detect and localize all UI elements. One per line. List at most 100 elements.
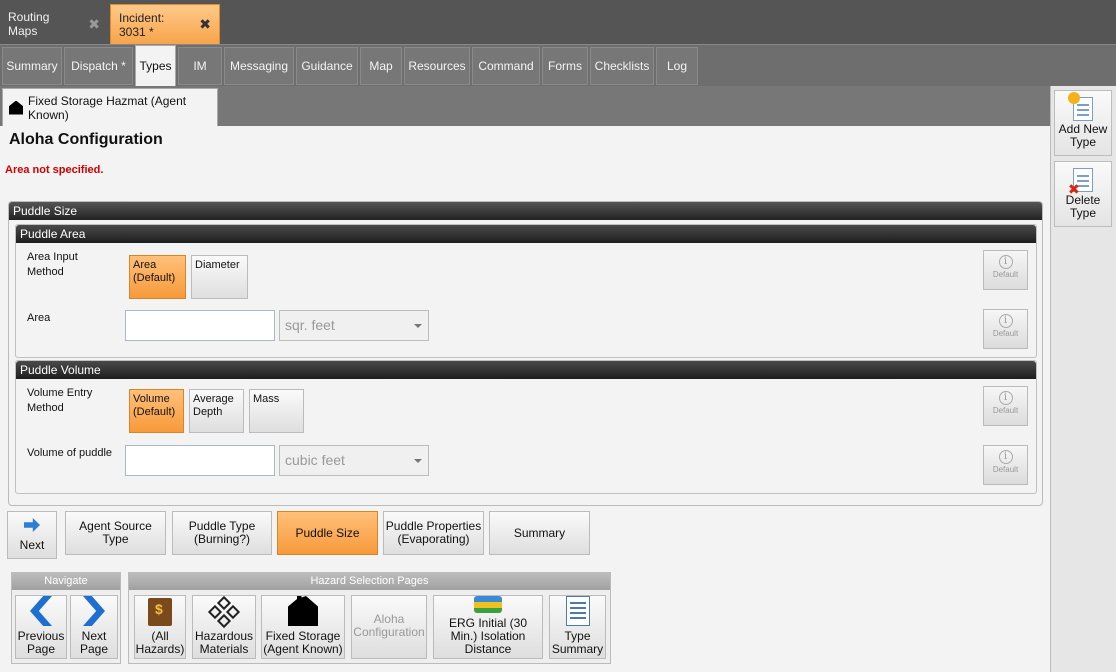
section-tab-bar: Summary Dispatch * Types IM Messaging Gu…: [0, 44, 1116, 87]
type-summary-label: Type Summary: [551, 629, 604, 656]
add-document-icon: [1068, 92, 1093, 121]
area-default-button-2[interactable]: i Default: [983, 309, 1028, 349]
next-page-button[interactable]: Next Page: [70, 595, 118, 659]
hazardous-materials-label: Hazardous Materials: [194, 629, 254, 656]
default-label: Default: [992, 270, 1019, 279]
hazard-selection-header: Hazard Selection Pages: [129, 573, 610, 590]
aloha-configuration-button: Aloha Configuration: [351, 595, 427, 659]
wizard-next-button[interactable]: Next: [7, 511, 57, 559]
puddle-size-group: Puddle Size Puddle Area Area Input Metho…: [8, 201, 1043, 506]
chevron-down-icon: [414, 459, 422, 463]
page-title: Aloha Configuration: [9, 131, 163, 148]
puddle-area-group: Puddle Area Area Input Method Area (Defa…: [15, 224, 1037, 358]
info-icon: i: [998, 391, 1013, 405]
area-method-default-button[interactable]: i Default: [983, 250, 1028, 290]
all-hazards-label: (All Hazards): [135, 629, 185, 656]
navigate-header: Navigate: [12, 573, 120, 590]
fixed-storage-label: Fixed Storage (Agent Known): [263, 629, 343, 656]
doc-tab-label: Incident: 3031 *: [119, 10, 165, 39]
info-icon: i: [998, 450, 1013, 464]
volume-of-puddle-label: Volume of puddle: [27, 447, 113, 459]
puddle-volume-group: Puddle Volume Volume Entry Method Volume…: [15, 360, 1037, 494]
tab-log[interactable]: Log: [656, 47, 698, 85]
diameter-button[interactable]: Diameter: [191, 255, 248, 299]
tab-im[interactable]: IM: [178, 47, 222, 85]
chevron-down-icon: [414, 324, 422, 328]
doc-tab-incident[interactable]: Incident: 3031 * ✖: [110, 4, 220, 44]
tab-command[interactable]: Command: [472, 47, 540, 85]
chevron-left-icon: [30, 596, 52, 626]
tab-resources[interactable]: Resources: [404, 47, 470, 85]
chevron-right-icon: [83, 596, 105, 626]
doc-tab-label: Routing Maps: [8, 10, 50, 38]
doc-tab-routing-maps[interactable]: Routing Maps ✖: [0, 4, 108, 44]
tab-types[interactable]: Types: [135, 45, 176, 87]
volume-unit-select[interactable]: cubic feet: [279, 445, 429, 476]
house-icon: [288, 596, 318, 626]
volume-entry-method-label: Volume Entry Method: [27, 387, 93, 414]
type-tab-label: Fixed Storage Hazmat (Agent Known): [28, 93, 187, 122]
puddle-area-header: Puddle Area: [16, 225, 1036, 243]
area-input[interactable]: [125, 310, 275, 341]
tab-map[interactable]: Map: [360, 47, 402, 85]
average-depth-button[interactable]: Average Depth: [189, 389, 244, 433]
step-puddle-type[interactable]: Puddle Type (Burning?): [172, 511, 272, 555]
type-tab-fixed-storage[interactable]: Fixed Storage Hazmat (Agent Known): [2, 88, 218, 126]
erg-initial-isolation-button[interactable]: ERG Initial (30 Min.) Isolation Distance: [433, 595, 543, 659]
tab-guidance[interactable]: Guidance: [296, 47, 358, 85]
close-icon[interactable]: ✖: [88, 16, 100, 33]
volume-method-default-button[interactable]: i Default: [983, 386, 1028, 426]
next-page-label: Next Page: [79, 629, 109, 656]
house-icon: [9, 100, 24, 115]
step-agent-source-type[interactable]: Agent Source Type: [65, 511, 166, 555]
previous-page-label: Previous Page: [17, 629, 65, 656]
type-summary-button[interactable]: Type Summary: [549, 595, 606, 659]
tab-forms[interactable]: Forms: [542, 47, 588, 85]
tab-summary[interactable]: Summary: [2, 47, 62, 85]
delete-document-icon: ✖: [1068, 168, 1093, 196]
type-tab-strip: Fixed Storage Hazmat (Agent Known): [0, 86, 1050, 126]
area-input-method-label: Area Input Method: [27, 251, 78, 278]
volume-unit-value: cubic feet: [285, 452, 345, 468]
hazard-selection-group: Hazard Selection Pages (All Hazards) Haz…: [128, 572, 611, 664]
puddle-size-header: Puddle Size: [9, 202, 1042, 220]
volume-default-button-2[interactable]: i Default: [983, 445, 1028, 485]
delete-type-label: Delete Type: [1065, 193, 1101, 220]
fixed-storage-button[interactable]: Fixed Storage (Agent Known): [261, 595, 345, 659]
default-label: Default: [992, 465, 1019, 474]
area-unit-value: sqr. feet: [285, 317, 335, 333]
add-new-type-label: Add New Type: [1058, 122, 1108, 149]
navigate-group: Navigate Previous Page Next Page: [11, 572, 121, 664]
previous-page-button[interactable]: Previous Page: [15, 595, 67, 659]
puddle-volume-header: Puddle Volume: [16, 361, 1036, 379]
close-icon[interactable]: ✖: [199, 16, 211, 33]
hazardous-materials-button[interactable]: Hazardous Materials: [192, 595, 256, 659]
hazmat-diamond-icon: [207, 595, 241, 629]
delete-type-button[interactable]: ✖ Delete Type: [1054, 161, 1112, 227]
arrow-right-icon: [24, 518, 40, 532]
info-icon: i: [998, 255, 1013, 269]
all-hazards-button[interactable]: (All Hazards): [134, 595, 186, 659]
step-puddle-properties[interactable]: Puddle Properties (Evaporating): [383, 511, 484, 555]
area-default-button[interactable]: Area (Default): [129, 255, 186, 299]
aloha-configuration-label: Aloha Configuration: [353, 612, 425, 639]
tab-messaging[interactable]: Messaging: [224, 47, 294, 85]
erg-initial-label: ERG Initial (30 Min.) Isolation Distance: [448, 616, 528, 656]
book-icon: [148, 598, 172, 626]
mass-button[interactable]: Mass: [249, 389, 304, 433]
info-icon: i: [998, 314, 1013, 328]
step-puddle-size[interactable]: Puddle Size: [277, 511, 378, 555]
validation-error: Area not specified.: [5, 164, 104, 176]
tab-checklists[interactable]: Checklists: [590, 47, 654, 85]
next-label: Next: [19, 538, 45, 552]
step-summary[interactable]: Summary: [489, 511, 590, 555]
volume-default-button[interactable]: Volume (Default): [129, 389, 184, 433]
area-unit-select[interactable]: sqr. feet: [279, 310, 429, 341]
default-label: Default: [992, 329, 1019, 338]
add-new-type-button[interactable]: Add New Type: [1054, 90, 1112, 156]
document-tab-bar: Routing Maps ✖ Incident: 3031 * ✖: [0, 0, 1116, 44]
volume-input[interactable]: [125, 445, 275, 476]
type-actions-panel: Add New Type ✖ Delete Type: [1050, 86, 1116, 672]
tab-dispatch[interactable]: Dispatch *: [64, 47, 133, 85]
books-stack-icon: [474, 596, 502, 613]
